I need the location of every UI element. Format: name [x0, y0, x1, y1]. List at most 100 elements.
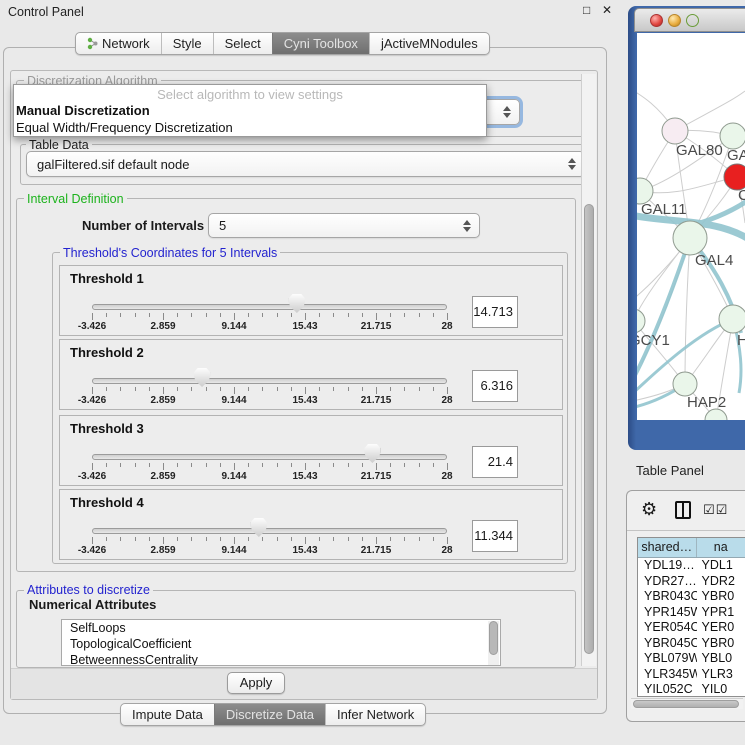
threshold-value-input[interactable]: 11.344 [472, 520, 518, 552]
network-node[interactable] [720, 123, 745, 149]
tick-mark [177, 313, 178, 317]
float-window-icon[interactable]: □ [583, 3, 590, 17]
tick-label: 28 [425, 471, 469, 482]
network-icon [87, 37, 98, 50]
table-cell: YDR2 [697, 574, 745, 590]
tick-mark [291, 313, 292, 317]
slider-track[interactable] [92, 304, 447, 310]
slider-handle[interactable] [251, 518, 267, 537]
table-hscrollbar[interactable] [631, 698, 743, 709]
attribute-item[interactable]: SelfLoops [62, 620, 500, 636]
close-icon[interactable]: ✕ [602, 3, 612, 17]
table-row[interactable]: YDL19…YDL1 [638, 558, 745, 574]
network-canvas[interactable]: GAL80GACGAL11GAL4GCY1HHAP2 [637, 33, 745, 420]
table-row[interactable]: YBR043CYBR0 [638, 589, 745, 605]
column-header[interactable]: shared… [638, 538, 697, 557]
tab-style[interactable]: Style [161, 33, 213, 54]
tick-label: 21.715 [354, 545, 398, 556]
tick-mark [149, 387, 150, 391]
table-row[interactable]: YDR27…YDR2 [638, 574, 745, 590]
zoom-traffic-icon[interactable] [686, 14, 699, 27]
numerical-attributes-list[interactable]: SelfLoopsTopologicalCoefficientBetweenne… [61, 619, 501, 666]
table-row[interactable]: YER054CYER0 [638, 620, 745, 636]
attribute-item[interactable]: TopologicalCoefficient [62, 636, 500, 652]
screen: { "header": { "title": "Control Panel", … [0, 0, 745, 745]
columns-icon[interactable] [675, 501, 691, 519]
node-label: GA [727, 147, 745, 164]
tick-mark [277, 463, 278, 467]
slider-track[interactable] [92, 528, 447, 534]
slider-handle[interactable] [194, 368, 210, 387]
network-graph: GAL80GACGAL11GAL4GCY1HHAP2 [637, 33, 745, 420]
tick-label: 15.43 [283, 321, 327, 332]
column-header[interactable]: na [697, 538, 745, 557]
tab-infer-network[interactable]: Infer Network [325, 704, 425, 725]
tab-select[interactable]: Select [213, 33, 272, 54]
table-row[interactable]: YLR345WYLR3 [638, 667, 745, 683]
tick-mark [404, 313, 405, 317]
threshold-value-input[interactable]: 21.4 [472, 446, 518, 478]
network-node[interactable] [719, 305, 745, 333]
minimize-traffic-icon[interactable] [668, 14, 681, 27]
tab-label: Infer Network [337, 707, 414, 722]
tab-impute-data[interactable]: Impute Data [121, 704, 214, 725]
close-traffic-icon[interactable] [650, 14, 663, 27]
combo-arrows-icon [463, 220, 471, 232]
tick-mark [433, 387, 434, 391]
tick-label: -3.426 [70, 395, 114, 406]
tick-mark [191, 387, 192, 391]
tick-mark [262, 313, 263, 317]
network-node[interactable] [637, 309, 645, 333]
table-row[interactable]: YBR045CYBR0 [638, 636, 745, 652]
gear-icon[interactable]: ⚙ [641, 499, 657, 520]
dropdown-item[interactable]: Manual Discretization [14, 102, 486, 119]
tick-mark [376, 313, 377, 320]
tab-jactivemnodules[interactable]: jActiveMNodules [369, 33, 489, 54]
threshold-value-input[interactable]: 14.713 [472, 296, 518, 328]
tick-mark [348, 537, 349, 541]
tick-mark [390, 537, 391, 541]
node-table[interactable]: shared…na YDL19…YDL1YDR27…YDR2YBR043CYBR… [637, 537, 745, 697]
network-node[interactable] [673, 372, 697, 396]
slider-track[interactable] [92, 454, 447, 460]
table-row[interactable]: YBL079WYBL0 [638, 651, 745, 667]
slider-handle[interactable] [289, 294, 305, 313]
settings-scrollbar[interactable] [581, 74, 596, 666]
threshold-value-input[interactable]: 6.316 [472, 370, 518, 402]
number-of-intervals-select[interactable]: 5 [208, 213, 480, 238]
tick-mark [419, 463, 420, 467]
table-row[interactable]: YPR145WYPR1 [638, 605, 745, 621]
number-of-intervals-label: Number of Intervals [82, 218, 204, 233]
tick-mark [362, 313, 363, 317]
select-columns-icon[interactable]: ☑☑ [703, 502, 728, 518]
tick-mark [362, 537, 363, 541]
tick-mark [92, 463, 93, 470]
tick-mark [291, 463, 292, 467]
network-node[interactable] [662, 118, 688, 144]
network-window-titlebar[interactable] [634, 8, 745, 32]
tick-mark [262, 537, 263, 541]
list-scrollbar[interactable] [488, 621, 499, 666]
slider-handle[interactable] [364, 444, 380, 463]
cyni-mode-tabs: Impute DataDiscretize Data Infer Network [120, 703, 426, 726]
attribute-item[interactable]: BetweennessCentrality [62, 652, 500, 666]
tick-mark [248, 537, 249, 541]
tick-mark [248, 387, 249, 391]
table-data-select[interactable]: galFiltered.sif default node [26, 151, 585, 177]
network-node[interactable] [673, 221, 707, 255]
tab-network[interactable]: Network [76, 33, 161, 54]
tick-mark [106, 313, 107, 317]
table-row[interactable]: YIL052CYIL0 [638, 682, 745, 697]
tick-mark [319, 313, 320, 317]
tick-mark [135, 463, 136, 467]
slider-track[interactable] [92, 378, 447, 384]
apply-button[interactable]: Apply [227, 672, 285, 694]
tick-mark [234, 387, 235, 394]
tab-cyni-toolbox[interactable]: Cyni Toolbox [272, 33, 369, 54]
tab-discretize-data[interactable]: Discretize Data [214, 704, 325, 725]
tick-mark [163, 387, 164, 394]
tick-mark [234, 463, 235, 470]
dropdown-item[interactable]: Equal Width/Frequency Discretization [14, 119, 486, 136]
network-view-window[interactable]: GAL80GACGAL11GAL4GCY1HHAP2 [628, 6, 745, 450]
node-label: GAL4 [695, 252, 733, 269]
